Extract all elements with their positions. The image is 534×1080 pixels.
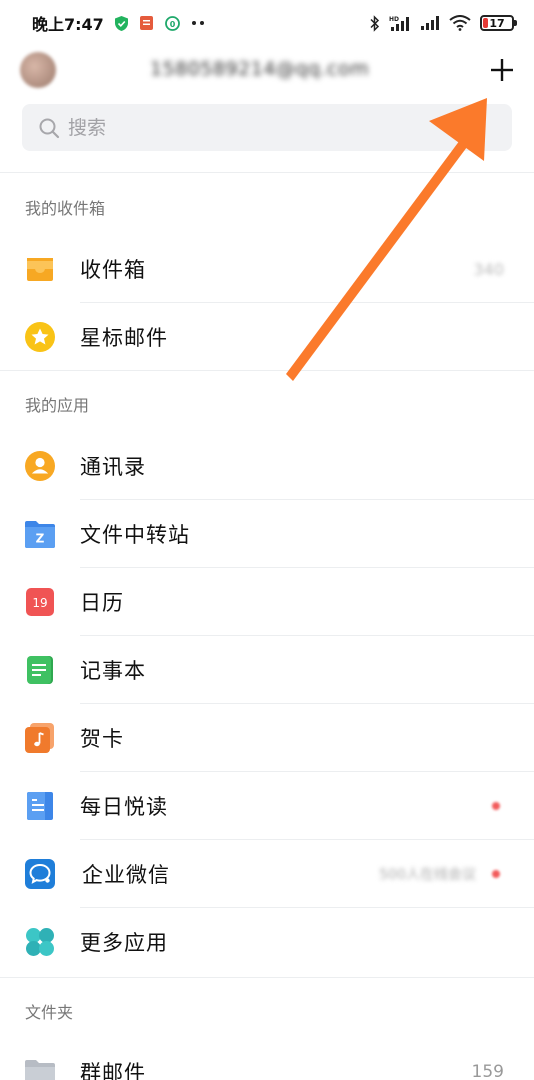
battery-icon: 17	[480, 15, 517, 31]
more-apps-icon	[24, 926, 56, 958]
list-item-wecom[interactable]: 企业微信 500人在线会议	[0, 840, 534, 908]
calendar-icon: 19	[24, 586, 56, 618]
notepad-icon	[24, 654, 56, 686]
list-item-calendar[interactable]: 19 日历	[0, 568, 534, 636]
list-item-label: 通讯录	[80, 455, 146, 479]
sync-icon: 0	[164, 15, 180, 31]
svg-text:Z: Z	[36, 532, 45, 546]
svg-text:19: 19	[32, 596, 47, 610]
battery-level	[483, 18, 488, 28]
search-input[interactable]	[68, 116, 468, 139]
list-item-label: 每日悦读	[80, 795, 168, 819]
divider	[0, 172, 534, 173]
shield-icon	[114, 15, 128, 31]
battery-text: 17	[489, 16, 505, 30]
section-label-inbox: 我的收件箱	[25, 199, 106, 218]
status-bar: 晚上7:47 0 HD 17	[0, 0, 534, 46]
file-transfer-icon: Z	[24, 518, 56, 550]
divider	[0, 370, 534, 371]
list-item-greeting-card[interactable]: 贺卡	[0, 704, 534, 772]
list-item-file-transfer[interactable]: Z 文件中转站	[0, 500, 534, 568]
list-item-label: 记事本	[80, 659, 146, 683]
avatar[interactable]	[20, 52, 56, 88]
star-icon	[24, 321, 56, 353]
list-item-inbox[interactable]: 收件箱 340	[0, 235, 534, 303]
search-icon	[39, 118, 60, 138]
status-time: 晚上7:47	[32, 15, 104, 34]
list-item-more-apps[interactable]: 更多应用	[0, 908, 534, 976]
list-item-label: 星标邮件	[80, 326, 168, 350]
section-label-apps: 我的应用	[25, 396, 90, 415]
signal-hd-icon: HD	[389, 16, 409, 31]
list-item-label: 收件箱	[80, 258, 146, 282]
svg-text:0: 0	[170, 20, 176, 29]
folder-icon	[24, 1056, 56, 1080]
wecom-note: 500人在线会议	[379, 867, 476, 883]
daily-read-icon	[24, 790, 56, 822]
header: 1580589214@qq.com	[0, 46, 534, 96]
status-left-icons: 0	[114, 15, 207, 32]
section-label-folders: 文件夹	[25, 1003, 74, 1022]
list-item-contacts[interactable]: 通讯录	[0, 432, 534, 500]
list-item-notepad[interactable]: 记事本	[0, 636, 534, 704]
list-item-label: 文件中转站	[80, 523, 190, 547]
list-item-daily-read[interactable]: 每日悦读	[0, 772, 534, 840]
list-item-label: 日历	[80, 591, 124, 615]
app-notification-icon	[139, 16, 153, 30]
contacts-icon	[24, 450, 56, 482]
list-item-starred[interactable]: 星标邮件	[0, 303, 534, 371]
unread-dot	[492, 802, 500, 810]
unread-dot	[492, 870, 500, 878]
signal-icon	[421, 16, 439, 30]
plus-icon[interactable]	[486, 54, 518, 86]
list-item-label: 更多应用	[80, 931, 168, 955]
wifi-icon	[449, 15, 471, 31]
list-item-group-mail[interactable]: 群邮件 159	[0, 1038, 534, 1080]
search-bar[interactable]	[22, 104, 512, 151]
account-email[interactable]: 1580589214@qq.com	[150, 58, 369, 80]
inbox-tray-icon	[24, 253, 56, 285]
svg-text:HD: HD	[389, 16, 399, 23]
wecom-icon	[24, 858, 56, 890]
greeting-card-icon	[24, 722, 56, 754]
list-item-label: 企业微信	[82, 863, 170, 887]
status-right-icons: HD 17	[370, 14, 517, 32]
divider	[0, 977, 534, 978]
more-dots-icon	[191, 21, 204, 25]
bluetooth-icon	[370, 14, 380, 32]
list-item-label: 群邮件	[80, 1061, 146, 1080]
unread-count: 340	[473, 259, 504, 279]
list-item-label: 贺卡	[80, 727, 124, 751]
folder-count: 159	[471, 1062, 504, 1080]
